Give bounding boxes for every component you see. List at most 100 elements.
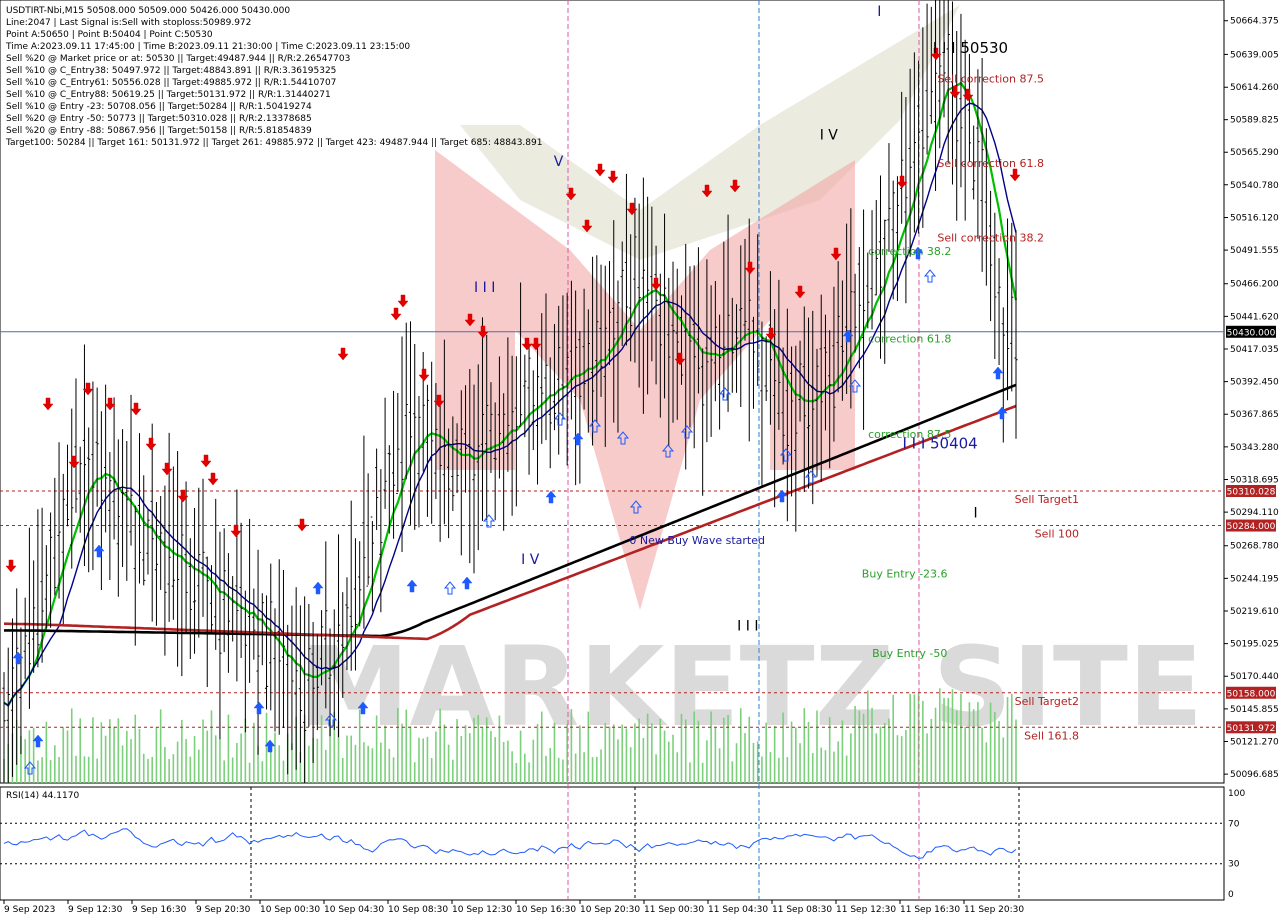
volume-bar (689, 762, 691, 783)
volume-bar (232, 757, 234, 783)
volume-bar (278, 745, 280, 783)
volume-bar (384, 726, 386, 783)
volume-bar (190, 757, 192, 783)
info-line: USDTIRT-Nbi,M15 50508.000 50509.000 5042… (6, 6, 290, 16)
volume-bar (647, 714, 649, 783)
time-axis: 9 Sep 20239 Sep 12:309 Sep 16:309 Sep 20… (4, 900, 1024, 915)
volume-bar (54, 745, 56, 783)
volume-bar (389, 749, 391, 783)
price-level-label: Sell 161.8 (1024, 729, 1079, 742)
volume-bar (168, 759, 170, 783)
chart-window: MARKETZ SITE Sell Target150310.028Sell 1… (0, 0, 1280, 920)
volume-bar (62, 727, 64, 783)
volume-bar (600, 749, 602, 783)
volume-bar (562, 760, 564, 783)
volume-bar (151, 757, 153, 783)
volume-bar (71, 708, 73, 783)
y-tick-label: 50392.450 (1230, 378, 1279, 388)
volume-bar (545, 756, 547, 783)
volume-bar (541, 712, 543, 783)
volume-bar (202, 720, 204, 783)
volume-bar (952, 689, 954, 783)
volume-bar (693, 711, 695, 783)
y-tick-label: 50244.195 (1230, 574, 1279, 584)
volume-bar (892, 695, 894, 783)
y-tick-label: 50441.620 (1230, 312, 1279, 322)
volume-bar (537, 724, 539, 783)
volume-bar (96, 759, 98, 783)
volume-bar (867, 691, 869, 783)
volume-bar (727, 715, 729, 783)
volume-bar (837, 741, 839, 783)
volume-bar (969, 702, 971, 783)
x-tick-label: 11 Sep 00:30 (644, 905, 704, 915)
volume-bar (206, 731, 208, 783)
volume-bar (223, 760, 225, 783)
volume-bar (875, 733, 877, 783)
info-line: Target100: 50284 || Target 161: 50131.97… (5, 138, 542, 148)
volume-bar (431, 758, 433, 783)
x-tick-label: 9 Sep 2023 (4, 905, 55, 915)
chart-annotation: correction 38.2 (868, 245, 951, 258)
x-tick-label: 11 Sep 12:30 (836, 905, 896, 915)
volume-bar (871, 708, 873, 783)
volume-bar (736, 743, 738, 783)
info-line: Sell %10 @ C_Entry88: 50619.25 || Target… (6, 90, 331, 100)
volume-bar (240, 734, 242, 783)
info-line: Sell %20 @ Market price or at: 50530 || … (6, 54, 350, 64)
x-tick-label: 10 Sep 12:30 (452, 905, 512, 915)
x-tick-label: 10 Sep 08:30 (388, 905, 448, 915)
volume-bar (469, 733, 471, 783)
volume-bar (266, 713, 268, 783)
volume-bar (715, 728, 717, 783)
volume-bar (33, 728, 35, 783)
price-level-label: Sell Target1 (1015, 493, 1079, 506)
volume-bar (401, 724, 403, 783)
volume-bar (710, 712, 712, 783)
volume-bar (24, 739, 26, 783)
volume-bar (554, 723, 556, 783)
x-tick-label: 10 Sep 20:30 (580, 905, 640, 915)
volume-bar (465, 725, 467, 783)
chart-annotation: I I I 50404 (902, 435, 977, 453)
price-level-tag-text: 50158.000 (1227, 689, 1276, 699)
volume-bar (274, 732, 276, 783)
volume-bar (130, 739, 132, 783)
volume-bar (198, 750, 200, 783)
volume-bar (681, 714, 683, 783)
volume-bar (702, 763, 704, 783)
volume-bar (990, 703, 992, 783)
volume-bar (228, 715, 230, 783)
volume-bar (253, 723, 255, 783)
volume-bar (676, 752, 678, 783)
volume-bar (579, 725, 581, 783)
price-level-tag-text: 50310.028 (1227, 487, 1276, 497)
volume-bar (46, 722, 48, 783)
volume-bar (947, 698, 949, 783)
volume-bar (575, 754, 577, 783)
volume-bar (122, 745, 124, 783)
x-tick-label: 10 Sep 00:30 (260, 905, 320, 915)
y-tick-label: 50096.685 (1230, 770, 1279, 780)
info-line: Sell %10 @ C_Entry38: 50497.972 || Targe… (6, 66, 336, 76)
volume-bar (621, 725, 623, 783)
volume-bar (698, 721, 700, 783)
volume-bar (435, 732, 437, 783)
volume-bar (503, 742, 505, 783)
volume-bar (753, 743, 755, 783)
volume-bar (350, 736, 352, 783)
chart-annotation: Sell correction 87.5 (937, 72, 1044, 85)
volume-bar (706, 740, 708, 783)
volume-bar (986, 742, 988, 783)
chart-annotation: I V (521, 552, 540, 568)
price-level-tag-text: 50131.972 (1227, 724, 1276, 734)
volume-bar (58, 757, 60, 783)
volume-bar (634, 723, 636, 783)
info-line: Line:2047 | Last Signal is:Sell with sto… (6, 18, 251, 28)
trading-chart[interactable]: MARKETZ SITE Sell Target150310.028Sell 1… (0, 0, 1280, 920)
volume-bar (571, 709, 573, 783)
rsi-tick-label: 30 (1228, 860, 1240, 870)
volume-bar (859, 711, 861, 783)
volume-bar (583, 752, 585, 783)
volume-bar (825, 750, 827, 783)
